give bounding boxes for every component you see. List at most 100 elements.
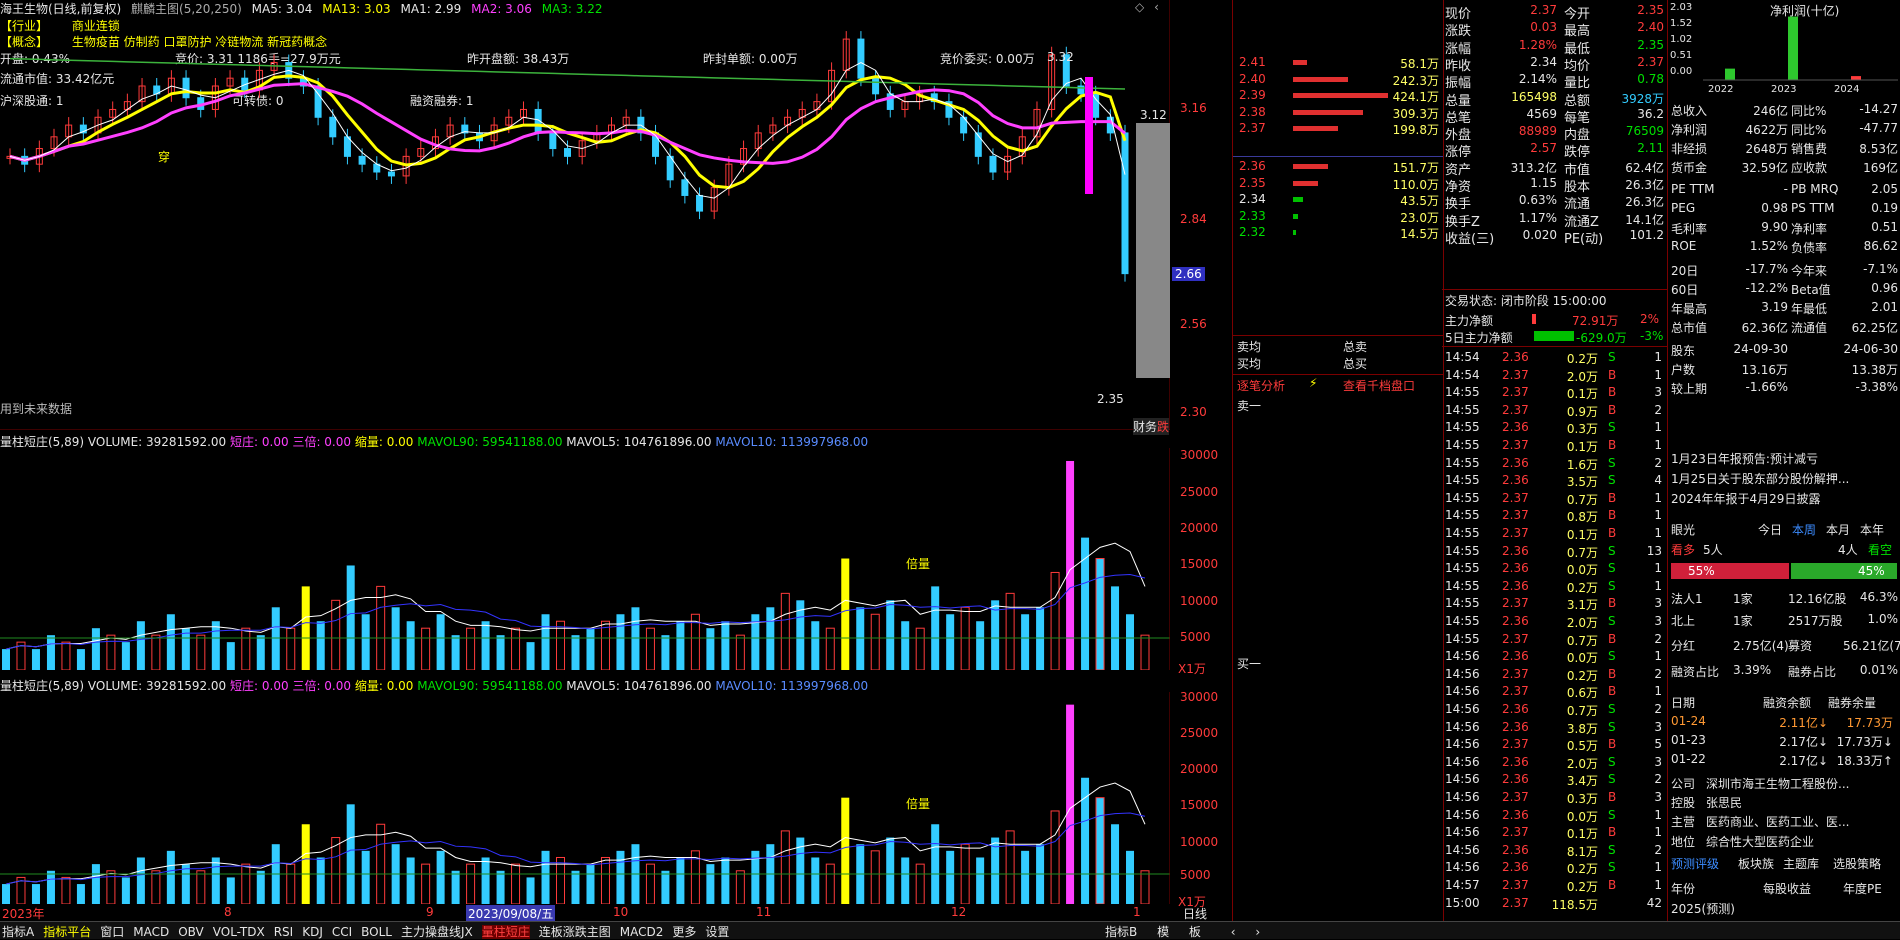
mode-tab[interactable]: 模 xyxy=(1157,925,1169,939)
news-item-2[interactable]: 2024年年报于4月29日披露 xyxy=(1671,490,1820,507)
tick-side-20: S xyxy=(1608,702,1616,716)
tick-side-16: B xyxy=(1608,631,1617,646)
kline-chart[interactable] xyxy=(0,0,1170,430)
np-tick-4: 0.00 xyxy=(1670,66,1693,77)
fund-tab-3[interactable]: 选股策略 xyxy=(1833,855,1881,872)
eye-tab-0[interactable]: 今日 xyxy=(1758,521,1782,538)
volume-bar xyxy=(106,870,116,904)
volume-bar xyxy=(226,642,235,670)
tick-side-30: B xyxy=(1608,878,1617,892)
fund-value2-5: 0.19 xyxy=(1871,201,1898,215)
tick-price-5: 2.37 xyxy=(1502,438,1529,452)
volume-chart-1[interactable] xyxy=(0,448,1170,670)
tick-count-25: 3 xyxy=(1654,790,1662,804)
news-item-0[interactable]: 1月23日年报预告:预计减亏 xyxy=(1671,450,1818,467)
tick-count-15: 3 xyxy=(1654,614,1662,628)
period-label[interactable]: 日线 xyxy=(1183,905,1207,922)
vp1-beiliang: 倍量 xyxy=(906,557,931,571)
np-tick-3: 0.51 xyxy=(1670,50,1693,61)
main-net-label: 主力净额 xyxy=(1445,314,1494,328)
bottom-tab-10[interactable]: 主力操盘线JX xyxy=(401,925,473,939)
tick-count-26: 1 xyxy=(1654,807,1662,822)
eye-tab-3[interactable]: 本年 xyxy=(1860,521,1884,538)
volume-bar xyxy=(931,824,940,904)
tick-time-25: 14:56 xyxy=(1445,790,1480,804)
volume-chart-2[interactable] xyxy=(0,692,1170,904)
volume-bar xyxy=(436,614,445,670)
tick-price-31: 2.37 xyxy=(1502,895,1529,910)
quote-value-0: 2.37 xyxy=(1530,3,1557,17)
buy-depth-bar xyxy=(1293,213,1298,219)
bottom-tab-0[interactable]: 指标A xyxy=(2,925,34,939)
chevron-right-icon[interactable]: › xyxy=(1255,925,1260,939)
bottom-tab-7[interactable]: KDJ xyxy=(302,925,323,939)
fund-tab-0[interactable]: 预测评级 xyxy=(1671,855,1719,872)
tick-side-11: S xyxy=(1608,543,1616,558)
chart-area[interactable]: 海王生物(日线,前复权) 麒麟主图(5,20,250) MA5: 3.04 MA… xyxy=(0,0,1218,922)
bottom-tab-4[interactable]: OBV xyxy=(178,925,204,939)
quote-label-10: 净资 xyxy=(1445,180,1472,195)
total-sell-label: 总卖 xyxy=(1343,340,1368,354)
fund-value2-3: 169亿 xyxy=(1863,161,1898,175)
vp2-tick-4: 15000 xyxy=(1180,798,1219,812)
bottom-tab-12[interactable]: 连板涨跌主图 xyxy=(539,925,611,939)
fund-value2-6: 0.51 xyxy=(1871,220,1898,234)
bottom-tab-2[interactable]: 窗口 xyxy=(100,925,124,939)
volume-bar xyxy=(1081,537,1090,670)
tick-side-28: S xyxy=(1608,842,1616,857)
bottom-tab-3[interactable]: MACD xyxy=(133,925,169,939)
buy-depth-bar xyxy=(1293,180,1318,186)
bottom-tab-5[interactable]: VOL-TDX xyxy=(213,925,265,939)
candle-body xyxy=(1092,93,1100,118)
fund-label-5: PEG xyxy=(1671,201,1696,215)
fund-label-9: 60日 xyxy=(1671,283,1699,297)
main-net-value: 72.91万 xyxy=(1572,314,1619,328)
indicator-b-tab[interactable]: 指标B xyxy=(1105,925,1137,939)
bottom-tab-6[interactable]: RSI xyxy=(274,925,294,939)
bottom-tab-1[interactable]: 指标平台 xyxy=(43,925,91,939)
sell-price-1: 2.40 xyxy=(1239,71,1266,86)
tick-analysis-link[interactable]: 逐笔分析 xyxy=(1237,377,1285,394)
quote-value2-1: 2.40 xyxy=(1637,20,1664,35)
vp1-tick-4: 15000 xyxy=(1180,557,1219,571)
bottom-tab-9[interactable]: BOLL xyxy=(361,925,392,939)
tick-side-6: S xyxy=(1608,455,1616,470)
tick-count-30: 1 xyxy=(1654,878,1662,892)
finance-badge[interactable]: 财务跌 xyxy=(1133,418,1170,435)
volume-bar xyxy=(600,620,610,670)
tick-volume-19: 0.6万 xyxy=(1566,686,1598,701)
fund-tab-1[interactable]: 板块族 xyxy=(1738,855,1774,872)
tick-count-21: 3 xyxy=(1654,719,1662,734)
bottom-tab-11[interactable]: 量柱短庄 xyxy=(481,925,530,939)
quote-label2-9: 市值 xyxy=(1564,162,1591,178)
fund-tab-2[interactable]: 主题库 xyxy=(1783,855,1819,872)
fund-label-4: PE TTM xyxy=(1671,182,1715,196)
tick-price-8: 2.37 xyxy=(1502,490,1529,505)
volume-bar xyxy=(841,558,850,670)
fund-value-8: -17.7% xyxy=(1745,262,1788,276)
bottom-tab-8[interactable]: CCI xyxy=(332,925,352,939)
north-2: 2517万股 xyxy=(1788,614,1843,628)
chevron-left-icon[interactable]: ‹ xyxy=(1231,925,1236,939)
depth-link[interactable]: 查看千档盘口 xyxy=(1343,377,1415,394)
eye-tab-2[interactable]: 本月 xyxy=(1826,521,1850,538)
bottom-tab-13[interactable]: MACD2 xyxy=(620,925,664,939)
sell-depth-bar xyxy=(1293,109,1363,115)
tick-price-1: 2.37 xyxy=(1502,367,1529,382)
north-1: 1家 xyxy=(1733,614,1753,628)
volume-bar xyxy=(661,870,670,904)
eye-tab-1[interactable]: 本周 xyxy=(1792,521,1816,538)
bottom-tab-15[interactable]: 设置 xyxy=(705,925,729,939)
bottom-tab-14[interactable]: 更多 xyxy=(672,925,696,939)
volume-bar xyxy=(91,864,100,904)
panel-tab[interactable]: 板 xyxy=(1189,925,1201,939)
tick-price-14: 2.37 xyxy=(1502,596,1529,611)
x-label-cursor: 2023/09/08/五 xyxy=(466,905,556,922)
tick-volume-11: 0.7万 xyxy=(1566,545,1598,560)
volume-bar xyxy=(151,870,161,904)
volume-bar xyxy=(211,621,220,670)
tick-count-28: 2 xyxy=(1654,842,1662,857)
news-item-1[interactable]: 1月25日关于股东部分股份解押... xyxy=(1671,470,1849,487)
fund-value-11: 62.36亿 xyxy=(1741,321,1788,335)
candle-body xyxy=(857,38,865,79)
